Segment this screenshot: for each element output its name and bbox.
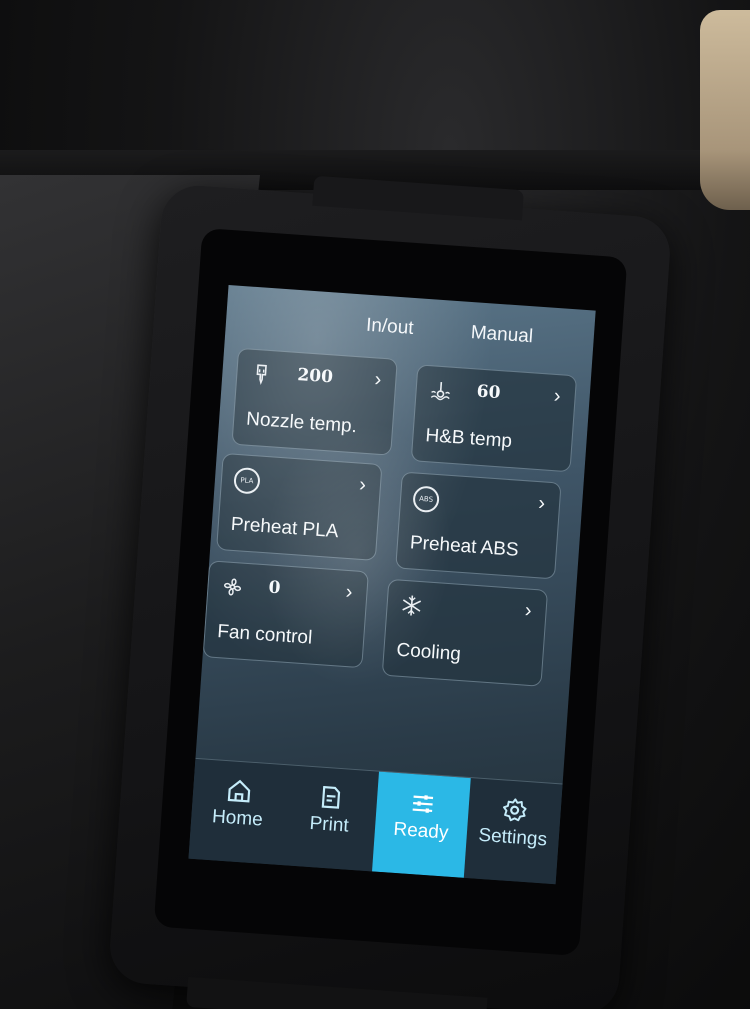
preheat-pla-card[interactable]: PLA › Preheat PLA (216, 452, 383, 561)
nozzle-temp-value: 200 (296, 365, 334, 388)
fan-speed-value: 0 (267, 577, 282, 599)
chevron-right-icon: › (373, 368, 383, 391)
nav-settings[interactable]: Settings (464, 778, 563, 884)
chevron-right-icon: › (537, 492, 546, 515)
nav-settings-label: Settings (477, 824, 548, 851)
chevron-right-icon: › (524, 599, 533, 622)
nav-home-label: Home (211, 806, 264, 831)
nav-print[interactable]: Print (280, 765, 379, 871)
photo-background: In/out Manual 200 › Nozzle temp. 60 › H&… (0, 0, 750, 1009)
touch-screen: In/out Manual 200 › Nozzle temp. 60 › H&… (188, 284, 596, 885)
bed-temp-value: 60 (476, 381, 502, 404)
file-icon (321, 785, 341, 809)
nav-home[interactable]: Home (188, 759, 287, 865)
pla-icon: PLA (233, 466, 261, 495)
bottom-nav: Home Print Ready Settings (188, 757, 563, 885)
preheat-abs-label: Preheat ABS (409, 532, 520, 561)
manual-tab[interactable]: Manual (470, 322, 534, 348)
nav-ready-label: Ready (392, 818, 450, 844)
filament-spool (700, 10, 750, 210)
chevron-right-icon: › (345, 580, 354, 604)
snowflake-icon (402, 595, 422, 616)
fan-icon (224, 578, 241, 596)
cooling-label: Cooling (395, 639, 462, 666)
gear-icon (503, 798, 527, 822)
preheat-abs-card[interactable]: ABS › Preheat ABS (395, 471, 562, 580)
fan-control-card[interactable]: 0 › Fan control (202, 560, 369, 669)
nozzle-temp-card[interactable]: 200 › Nozzle temp. (231, 347, 398, 456)
bed-temp-label: H&B temp (424, 425, 513, 453)
nav-ready[interactable]: Ready (372, 771, 471, 878)
nozzle-icon (256, 364, 267, 385)
bed-temp-card[interactable]: 60 › H&B temp (410, 364, 578, 473)
cooling-card[interactable]: › Cooling (381, 578, 549, 687)
nav-print-label: Print (308, 812, 350, 837)
inout-tab[interactable]: In/out (365, 315, 414, 340)
heated-bed-icon (430, 381, 451, 401)
device-bottom-bracket (186, 976, 488, 1009)
screen-bezel: In/out Manual 200 › Nozzle temp. 60 › H&… (153, 228, 628, 957)
preheat-pla-label: Preheat PLA (230, 513, 340, 543)
sliders-icon (412, 795, 434, 813)
fan-control-label: Fan control (216, 621, 313, 649)
abs-icon: ABS (412, 485, 440, 514)
home-icon (227, 779, 251, 803)
chevron-right-icon: › (358, 473, 367, 497)
chevron-right-icon: › (553, 384, 562, 408)
touchscreen-device: In/out Manual 200 › Nozzle temp. 60 › H&… (107, 175, 673, 1009)
nozzle-temp-label: Nozzle temp. (245, 408, 358, 438)
